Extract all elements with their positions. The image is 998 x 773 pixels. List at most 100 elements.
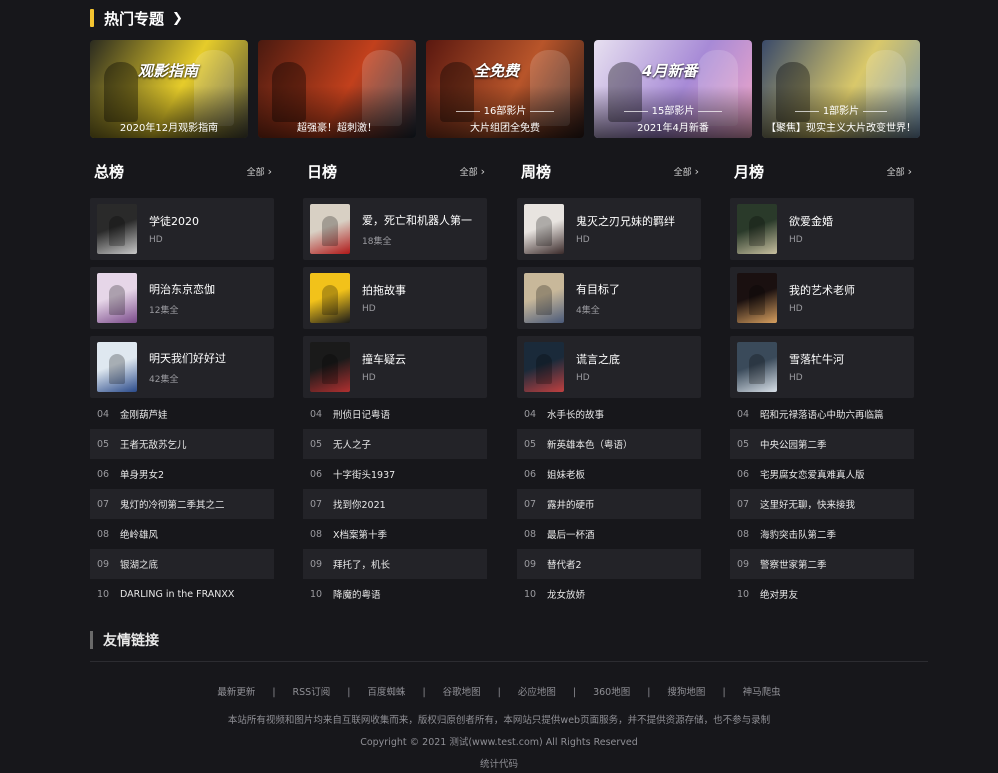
ranking-row[interactable]: 08 海豹突击队第二季	[730, 519, 914, 549]
ranking-row[interactable]: 06 姐妹老板	[517, 459, 701, 489]
ranking-row[interactable]: 09 替代者2	[517, 549, 701, 579]
poster-thumbnail	[737, 273, 777, 323]
item-text: 爱，死亡和机器人第一 18集全	[362, 212, 472, 247]
ranking-row[interactable]: 04 刑侦日记粤语	[303, 399, 487, 429]
ranking-top-item[interactable]: 欲爱金婚 HD	[730, 198, 914, 260]
ranking-row[interactable]: 07 露井的硬币	[517, 489, 701, 519]
section-accent-bar	[90, 9, 94, 27]
ranking-top-item[interactable]: 拍拖故事 HD	[303, 267, 487, 329]
rank-title: 银湖之底	[120, 560, 159, 571]
ranking-top-item[interactable]: 鬼灭之刃兄妹的羁绊 HD	[517, 198, 701, 260]
item-status: 42集全	[149, 374, 179, 385]
ranking-top-item[interactable]: 有目标了 4集全	[517, 267, 701, 329]
footer-link[interactable]: 360地图	[593, 687, 630, 698]
ranking-row[interactable]: 07 鬼灯的冷彻第二季其之二	[90, 489, 274, 519]
ranking-row[interactable]: 10 绝对男友	[730, 579, 914, 609]
ranking-row[interactable]: 09 银湖之底	[90, 549, 274, 579]
chevron-right-icon: ›	[907, 164, 912, 178]
ranking-row[interactable]: 07 这里好无聊，快来接我	[730, 489, 914, 519]
poster-thumbnail	[310, 342, 350, 392]
poster-figure	[749, 216, 765, 246]
view-all-link[interactable]: 全部 ›	[674, 165, 701, 178]
footer-link[interactable]: 最新更新	[217, 687, 255, 698]
rank-number: 09	[737, 558, 750, 570]
ranking-row[interactable]: 05 新英雄本色（粤语）	[517, 429, 701, 459]
ranking-top-item[interactable]: 明天我们好好过 42集全	[90, 336, 274, 398]
footer-link[interactable]: RSS订阅	[293, 687, 331, 698]
ranking-row[interactable]: 06 十字街头1937	[303, 459, 487, 489]
poster-thumbnail	[737, 342, 777, 392]
footer-stats: 统计代码	[479, 759, 518, 770]
ranking-row[interactable]: 07 找到你2021	[303, 489, 487, 519]
poster-thumbnail	[524, 204, 564, 254]
footer-link[interactable]: 搜狗地图	[667, 687, 705, 698]
rank-title: 替代者2	[547, 560, 582, 571]
ranking-row[interactable]: 06 宅男腐女恋爱真难真人版	[730, 459, 914, 489]
topic-card[interactable]: 4月新番 15部影片 2021年4月新番	[594, 40, 752, 138]
view-all-link[interactable]: 全部 ›	[460, 165, 487, 178]
ranking-top-item[interactable]: 明治东京恋伽 12集全	[90, 267, 274, 329]
ranking-row[interactable]: 08 最后一杯酒	[517, 519, 701, 549]
view-all-link[interactable]: 全部 ›	[247, 165, 274, 178]
ranking-row[interactable]: 09 拜托了，机长	[303, 549, 487, 579]
item-status: HD	[576, 235, 590, 245]
footer-link[interactable]: 谷歌地图	[443, 687, 481, 698]
topic-card[interactable]: 全免费 16部影片 大片组团全免费	[426, 40, 584, 138]
poster-figure	[109, 216, 125, 246]
rank-number: 07	[310, 498, 323, 510]
ranking-row[interactable]: 05 王者无敌苏乞儿	[90, 429, 274, 459]
ranking-top-item[interactable]: 撞车疑云 HD	[303, 336, 487, 398]
ranking-row[interactable]: 09 警察世家第二季	[730, 549, 914, 579]
rank-number: 04	[97, 408, 110, 420]
item-title: 明治东京恋伽	[149, 282, 215, 296]
ranking-row[interactable]: 05 中央公园第二季	[730, 429, 914, 459]
rank-title: DARLING in the FRANXX	[120, 588, 235, 600]
ranking-row[interactable]: 04 昭和元禄落语心中助六再临篇	[730, 399, 914, 429]
footer-link[interactable]: 必应地图	[518, 687, 556, 698]
item-text: 撞车疑云 HD	[362, 351, 406, 383]
ranking-row[interactable]: 08 绝岭雄风	[90, 519, 274, 549]
rank-number: 09	[310, 558, 323, 570]
ranking-row[interactable]: 04 水手长的故事	[517, 399, 701, 429]
rank-title: 找到你2021	[333, 500, 386, 511]
ranking-row[interactable]: 10 DARLING in the FRANXX	[90, 579, 274, 609]
rank-number: 06	[524, 468, 537, 480]
ranking-row[interactable]: 08 X档案第十季	[303, 519, 487, 549]
ranking-row[interactable]: 10 龙女放娇	[517, 579, 701, 609]
chevron-right-icon[interactable]: ❯	[172, 11, 183, 26]
section-title: 友情链接	[103, 633, 159, 649]
item-title: 雪落牤牛河	[789, 353, 844, 366]
ranking-top-item[interactable]: 我的艺术老师 HD	[730, 267, 914, 329]
ranking-top-item[interactable]: 爱，死亡和机器人第一 18集全	[303, 198, 487, 260]
footer-link[interactable]: 神马爬虫	[743, 687, 781, 698]
ranking-top-item[interactable]: 学徒2020 HD	[90, 198, 274, 260]
topic-card[interactable]: 观影指南 2020年12月观影指南	[90, 40, 248, 138]
rank-title: 绝岭雄风	[120, 530, 159, 541]
rank-title: 警察世家第二季	[760, 560, 827, 571]
poster-thumbnail	[97, 273, 137, 323]
footer-link[interactable]: 百度蜘蛛	[367, 687, 405, 698]
chevron-right-icon: ›	[267, 164, 272, 178]
poster-figure	[109, 285, 125, 315]
poster-figure	[322, 354, 338, 384]
poster-thumbnail	[524, 273, 564, 323]
topic-card[interactable]: 超强豪！超刺激！	[258, 40, 416, 138]
item-text: 欲爱金婚 HD	[789, 213, 833, 245]
footer-separator: |	[422, 687, 426, 698]
ranking-top-item[interactable]: 雪落牤牛河 HD	[730, 336, 914, 398]
topic-card[interactable]: 1部影片 【聚焦】现实主义大片改变世界！	[762, 40, 920, 138]
view-all-link[interactable]: 全部 ›	[887, 165, 914, 178]
ranking-row[interactable]: 04 金刚葫芦娃	[90, 399, 274, 429]
poster-thumbnail	[524, 342, 564, 392]
item-title: 明天我们好好过	[149, 351, 226, 365]
item-text: 我的艺术老师 HD	[789, 282, 855, 314]
rank-title: 王者无敌苏乞儿	[120, 440, 187, 451]
ranking-row[interactable]: 05 无人之子	[303, 429, 487, 459]
item-status: HD	[576, 373, 590, 383]
rank-number: 09	[524, 558, 537, 570]
ranking-row[interactable]: 10 降魔的粤语	[303, 579, 487, 609]
ranking-row[interactable]: 06 单身男女2	[90, 459, 274, 489]
ranking-top-item[interactable]: 谎言之底 HD	[517, 336, 701, 398]
rank-number: 04	[737, 408, 750, 420]
ranking-title: 日榜	[307, 162, 338, 181]
